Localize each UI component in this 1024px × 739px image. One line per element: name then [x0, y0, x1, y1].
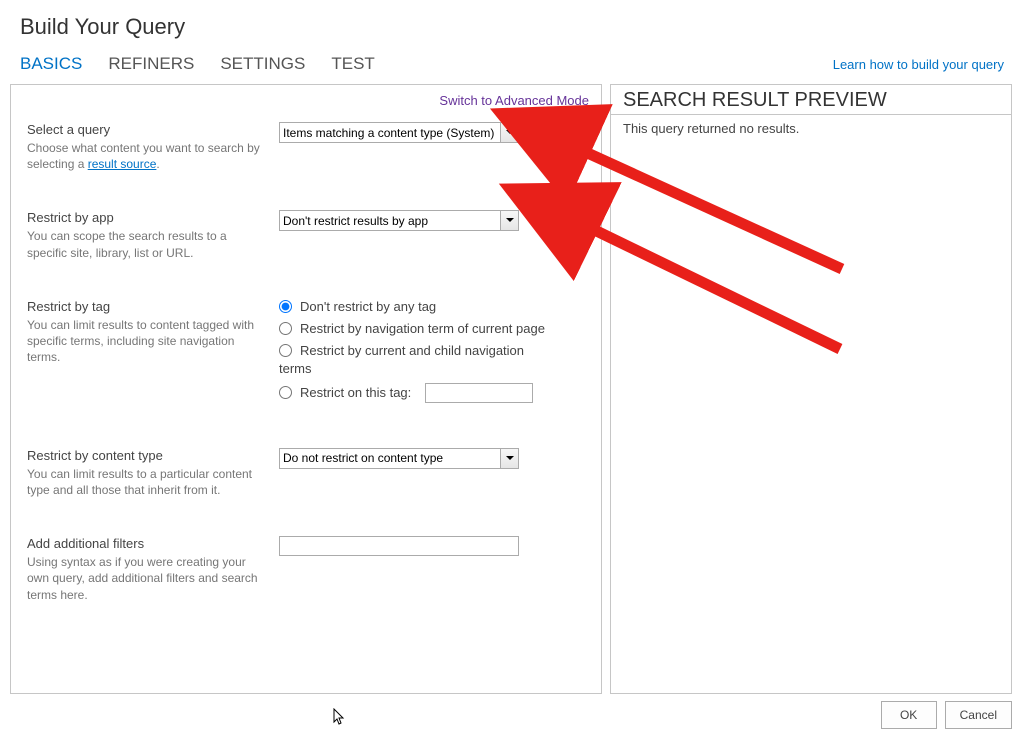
- radio-nav-term-label: Restrict by navigation term of current p…: [300, 321, 545, 336]
- select-query-desc-post: .: [156, 157, 159, 171]
- section-select-query: Select a query Choose what content you w…: [27, 122, 587, 172]
- tab-test[interactable]: TEST: [331, 54, 374, 74]
- select-query-desc: Choose what content you want to search b…: [27, 140, 267, 172]
- radio-child-nav-label: Restrict by current and child navigation: [300, 343, 524, 358]
- restrict-app-dropdown[interactable]: Don't restrict results by app: [279, 210, 519, 231]
- section-restrict-tag: Restrict by tag You can limit results to…: [27, 299, 587, 410]
- restrict-app-title: Restrict by app: [27, 210, 267, 225]
- select-query-dropdown[interactable]: Items matching a content type (System): [279, 122, 519, 143]
- tag-input[interactable]: [425, 383, 533, 403]
- footer-buttons: OK Cancel: [881, 701, 1012, 729]
- radio-no-tag[interactable]: [279, 300, 292, 313]
- section-restrict-content-type: Restrict by content type You can limit r…: [27, 448, 587, 498]
- help-link[interactable]: Learn how to build your query: [833, 57, 1004, 72]
- cursor-icon: [333, 708, 347, 729]
- restrict-ct-desc: You can limit results to a particular co…: [27, 466, 267, 498]
- left-panel: Switch to Advanced Mode Select a query C…: [10, 84, 602, 694]
- restrict-ct-title: Restrict by content type: [27, 448, 267, 463]
- cancel-button[interactable]: Cancel: [945, 701, 1012, 729]
- tab-settings[interactable]: SETTINGS: [220, 54, 305, 74]
- tab-refiners[interactable]: REFINERS: [108, 54, 194, 74]
- section-add-filters: Add additional filters Using syntax as i…: [27, 536, 587, 603]
- restrict-tag-title: Restrict by tag: [27, 299, 267, 314]
- tab-basics[interactable]: BASICS: [20, 54, 82, 74]
- add-filters-title: Add additional filters: [27, 536, 267, 551]
- page-title: Build Your Query: [0, 0, 1024, 48]
- restrict-app-desc: You can scope the search results to a sp…: [27, 228, 267, 260]
- add-filters-desc: Using syntax as if you were creating you…: [27, 554, 267, 603]
- right-panel: SEARCH RESULT PREVIEW This query returne…: [610, 84, 1012, 694]
- preview-body: This query returned no results.: [611, 115, 1011, 142]
- additional-filters-input[interactable]: [279, 536, 519, 556]
- ok-button[interactable]: OK: [881, 701, 937, 729]
- restrict-tag-desc: You can limit results to content tagged …: [27, 317, 267, 366]
- switch-mode-link[interactable]: Switch to Advanced Mode: [11, 85, 601, 122]
- radio-no-tag-label: Don't restrict by any tag: [300, 299, 436, 314]
- result-source-link[interactable]: result source: [88, 157, 157, 171]
- radio-on-tag[interactable]: [279, 386, 292, 399]
- tab-bar: BASICS REFINERS SETTINGS TEST Learn how …: [0, 48, 1024, 84]
- radio-nav-term[interactable]: [279, 322, 292, 335]
- section-restrict-app: Restrict by app You can scope the search…: [27, 210, 587, 260]
- preview-title: SEARCH RESULT PREVIEW: [611, 85, 1011, 115]
- radio-child-nav[interactable]: [279, 344, 292, 357]
- restrict-ct-dropdown[interactable]: Do not restrict on content type: [279, 448, 519, 469]
- select-query-title: Select a query: [27, 122, 267, 137]
- radio-on-tag-label: Restrict on this tag:: [300, 385, 411, 400]
- radio-child-nav-label-cont: terms: [279, 361, 579, 376]
